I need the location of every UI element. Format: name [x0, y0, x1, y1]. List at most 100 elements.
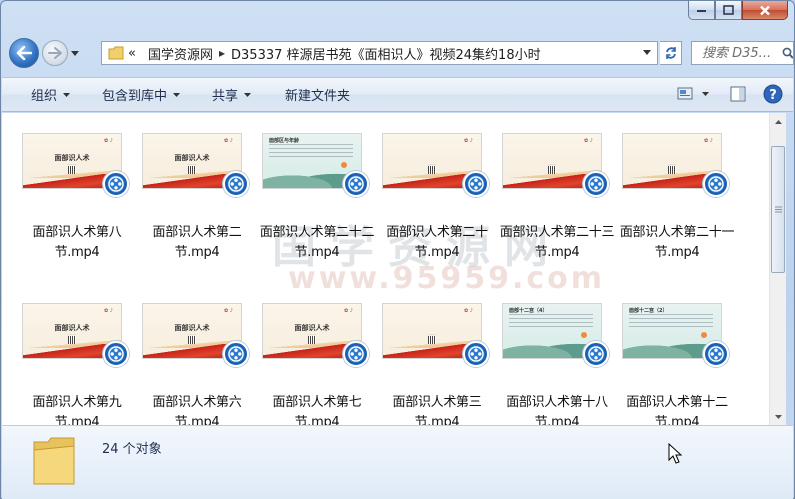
close-button[interactable] [742, 1, 788, 20]
address-dropdown-icon[interactable] [643, 50, 651, 55]
vertical-scrollbar[interactable] [769, 113, 786, 425]
thumbnail-seal: ✿ ♪ [464, 138, 473, 144]
new-folder-button[interactable]: 新建文件夹 [278, 78, 357, 111]
film-reel-icon [108, 346, 124, 362]
minimize-button[interactable] [688, 1, 715, 20]
video-player-icon [223, 341, 249, 367]
organize-menu-button[interactable]: 组织 [24, 78, 77, 111]
video-player-icon [703, 341, 729, 367]
thumbnail-text-lines [269, 144, 353, 160]
scroll-up-icon [775, 119, 782, 124]
breadcrumb-overflow[interactable]: « [128, 46, 136, 61]
share-button[interactable]: 共享 [205, 78, 258, 111]
watermark-url: www.95959.com [288, 261, 606, 296]
thumbnail-sun [701, 332, 707, 338]
film-reel-icon [228, 176, 244, 192]
change-view-icon[interactable] [677, 87, 693, 101]
thumbnail-seal: ✿ ♪ [104, 138, 113, 144]
thumbnail-seal: ✿ ♪ [584, 138, 593, 144]
film-reel-icon [708, 176, 724, 192]
thumbnail-heading: 面部十二宫（4） [509, 308, 548, 314]
address-bar[interactable]: « 国学资源网 ▸ D35337 梓源居书苑《面相识人》视频24集约18小时 [101, 41, 658, 65]
search-icon[interactable] [782, 47, 793, 59]
scroll-up-button[interactable] [770, 113, 787, 130]
scroll-down-icon [775, 414, 782, 419]
thumbnail-seal: ✿ ♪ [104, 308, 113, 314]
video-player-icon [583, 171, 609, 197]
scroll-thumb[interactable] [771, 146, 785, 273]
chevron-down-icon [71, 50, 79, 56]
help-icon[interactable]: ? [763, 84, 783, 104]
back-button[interactable] [9, 38, 39, 68]
chevron-down-icon [63, 92, 71, 97]
item-count: 24 个对象 [102, 442, 162, 457]
include-in-library-label: 包含到库中 [102, 89, 168, 104]
film-reel-icon [348, 346, 364, 362]
share-label: 共享 [212, 89, 239, 104]
file-name: 面部识人术第二十一节.mp4 [619, 225, 735, 260]
breadcrumb-separator-icon[interactable]: ▸ [219, 46, 225, 60]
command-bar: 组织 包含到库中 共享 新建文件夹 ? [2, 77, 793, 112]
scroll-down-button[interactable] [770, 408, 787, 425]
forward-arrow-icon [48, 47, 62, 59]
film-reel-icon [708, 346, 724, 362]
thumbnail-seal: ✿ ♪ [224, 138, 233, 144]
video-player-icon [583, 341, 609, 367]
file-name: 面部识人术第十八节.mp4 [506, 395, 608, 425]
thumbnail-seal: ✿ ♪ [464, 308, 473, 314]
navigation-bar: « 国学资源网 ▸ D35337 梓源居书苑《面相识人》视频24集约18小时 [9, 37, 794, 69]
video-player-icon [343, 341, 369, 367]
video-player-icon [103, 171, 129, 197]
folder-large-icon [33, 437, 75, 485]
thumbnail-sun [341, 162, 347, 168]
search-input[interactable] [702, 45, 780, 61]
film-reel-icon [228, 346, 244, 362]
video-player-icon [703, 171, 729, 197]
minimize-icon [697, 10, 706, 12]
breadcrumb-root[interactable]: 国学资源网 [148, 44, 213, 63]
film-reel-icon [468, 176, 484, 192]
view-dropdown-icon[interactable] [702, 92, 709, 96]
preview-pane-icon[interactable] [730, 86, 746, 102]
close-icon [760, 5, 770, 15]
refresh-button[interactable] [660, 41, 682, 65]
maximize-icon [723, 5, 734, 15]
thumbnail-sun [581, 332, 587, 338]
recent-pages-dropdown[interactable] [69, 50, 81, 56]
chevron-down-icon [244, 92, 252, 97]
film-reel-icon [588, 346, 604, 362]
caption-buttons [688, 1, 788, 20]
file-name: 面部识人术第九节.mp4 [32, 395, 122, 425]
thumbnail-text-lines [509, 314, 593, 330]
video-player-icon [223, 171, 249, 197]
chevron-down-icon [173, 92, 181, 97]
new-folder-label: 新建文件夹 [285, 89, 351, 104]
file-name: 面部识人术第二节.mp4 [152, 225, 242, 260]
thumbnail-text-lines [629, 314, 713, 330]
maximize-button[interactable] [715, 1, 742, 20]
file-name: 面部识人术第三节.mp4 [392, 395, 482, 425]
thumbnail-heading: 面部十二宫（2） [629, 308, 668, 314]
search-box[interactable] [691, 41, 794, 65]
video-player-icon [463, 341, 489, 367]
forward-button[interactable] [42, 40, 68, 66]
file-name: 面部识人术第八节.mp4 [32, 225, 122, 260]
include-in-library-button[interactable]: 包含到库中 [95, 78, 187, 111]
breadcrumb-current[interactable]: D35337 梓源居书苑《面相识人》视频24集约18小时 [231, 44, 541, 63]
explorer-window: « 国学资源网 ▸ D35337 梓源居书苑《面相识人》视频24集约18小时 组… [0, 0, 795, 499]
organize-label: 组织 [31, 89, 58, 104]
file-name: 面部识人术第二十二节.mp4 [259, 225, 375, 260]
video-player-icon [103, 341, 129, 367]
view-controls: ? [677, 84, 783, 104]
mouse-cursor-icon [668, 443, 682, 464]
back-arrow-icon [16, 46, 32, 60]
video-player-icon [463, 171, 489, 197]
file-name: 面部识人术第七节.mp4 [272, 395, 362, 425]
file-list[interactable]: 国学资源网 www.95959.com ✿ ♪ 面部识人术 ——— 面部识人术第八节.… [2, 113, 769, 425]
film-reel-icon [108, 176, 124, 192]
thumbnail-seal: ✿ ♪ [224, 308, 233, 314]
file-name: 面部识人术第二十节.mp4 [386, 225, 488, 260]
refresh-icon [665, 47, 676, 59]
file-name: 面部识人术第六节.mp4 [152, 395, 242, 425]
file-name: 面部识人术第二十三节.mp4 [499, 225, 615, 260]
